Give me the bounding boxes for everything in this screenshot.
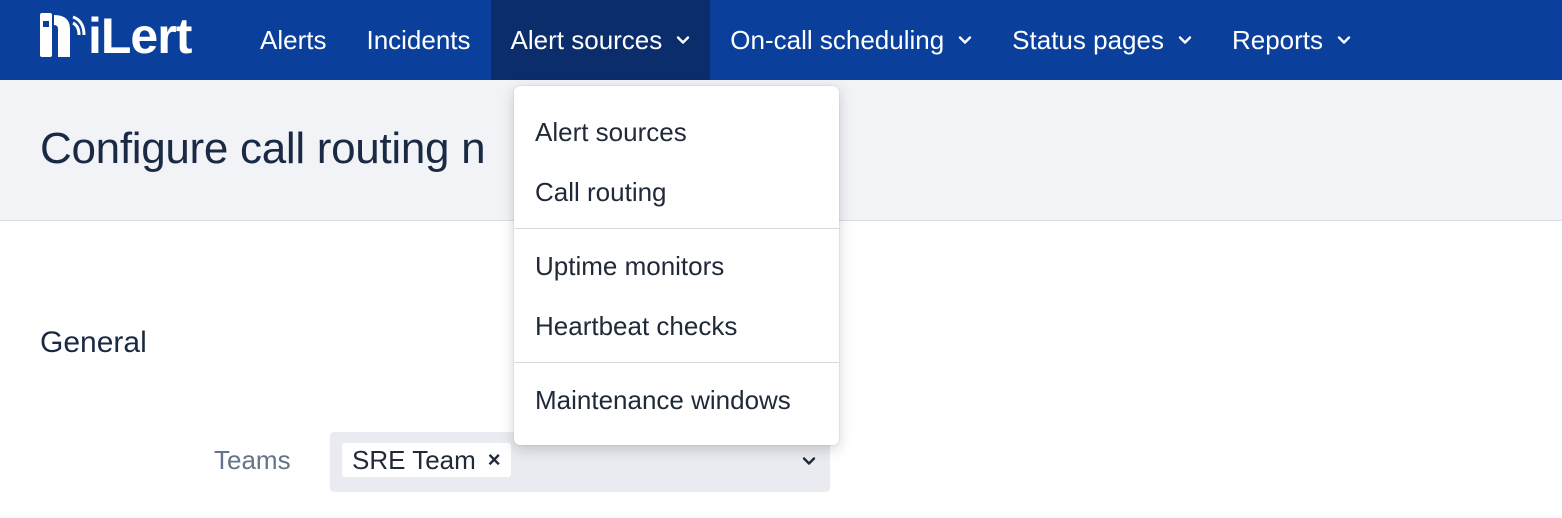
main-nav: Alerts Incidents Alert sources On-call s…	[240, 0, 1371, 80]
chevron-down-icon	[1178, 36, 1192, 44]
page-title: Configure call routing n	[40, 124, 486, 173]
nav-reports[interactable]: Reports	[1212, 0, 1371, 80]
menu-item-heartbeat-checks[interactable]: Heartbeat checks	[514, 298, 839, 354]
remove-tag-icon[interactable]: ×	[488, 447, 501, 473]
nav-status-pages-label: Status pages	[1012, 24, 1164, 55]
alert-sources-dropdown-menu: Alert sources Call routing Uptime monito…	[514, 86, 839, 445]
menu-item-alert-sources[interactable]: Alert sources	[514, 104, 839, 160]
chevron-down-icon	[1337, 36, 1351, 44]
menu-item-maintenance-windows[interactable]: Maintenance windows	[514, 372, 839, 428]
chevron-down-icon	[958, 36, 972, 44]
menu-divider	[514, 228, 839, 229]
teams-label: Teams	[214, 445, 291, 475]
menu-item-uptime-monitors[interactable]: Uptime monitors	[514, 238, 839, 294]
nav-alert-sources-label: Alert sources	[510, 24, 663, 55]
team-tag: SRE Team ×	[342, 443, 511, 477]
nav-status-pages[interactable]: Status pages	[992, 0, 1212, 80]
menu-divider	[514, 362, 839, 363]
nav-alerts-label: Alerts	[260, 24, 327, 55]
nav-on-call-scheduling-label: On-call scheduling	[730, 24, 945, 55]
ilert-logo-icon	[40, 13, 86, 57]
nav-reports-label: Reports	[1231, 24, 1323, 55]
nav-alert-sources[interactable]: Alert sources	[490, 0, 711, 80]
brand-name: iLert	[88, 8, 192, 64]
chevron-down-icon[interactable]	[802, 454, 816, 468]
nav-incidents[interactable]: Incidents	[346, 0, 490, 80]
section-title-general: General	[40, 326, 147, 359]
brand-logo[interactable]: iLert	[40, 8, 192, 64]
top-navbar: iLert Alerts Incidents Alert sources On-…	[0, 0, 1562, 80]
team-tag-label: SRE Team	[352, 444, 476, 475]
nav-alerts[interactable]: Alerts	[240, 0, 346, 80]
menu-item-call-routing[interactable]: Call routing	[514, 164, 839, 220]
nav-incidents-label: Incidents	[366, 24, 471, 55]
nav-on-call-scheduling[interactable]: On-call scheduling	[710, 0, 992, 80]
chevron-down-icon	[677, 36, 690, 44]
